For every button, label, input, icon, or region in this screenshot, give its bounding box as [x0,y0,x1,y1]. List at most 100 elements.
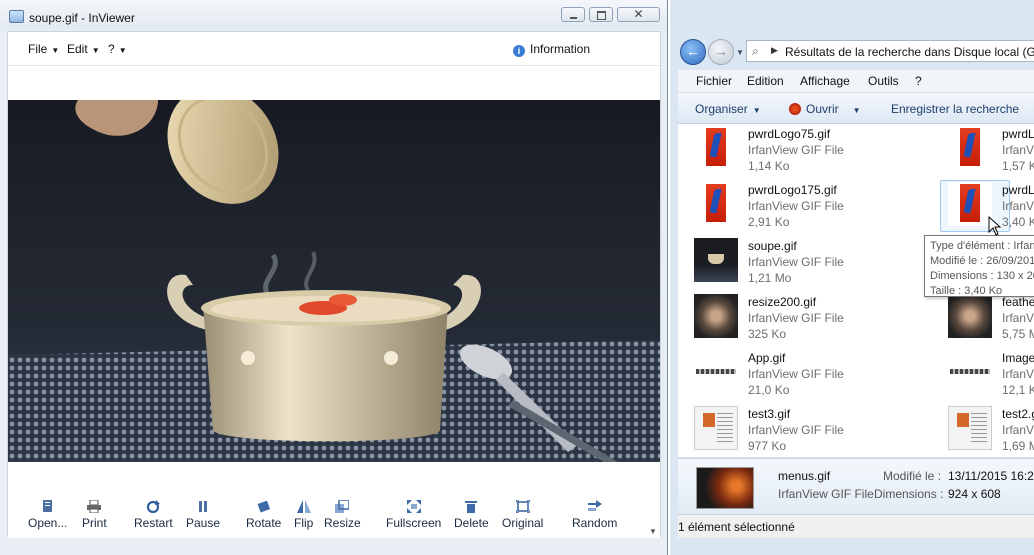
fullscreen-icon [406,500,421,513]
file-item[interactable]: Image IrfanV 12,1 K [940,348,1034,400]
image-canvas[interactable] [8,100,660,462]
back-button[interactable]: ← [680,39,706,65]
maximize-button[interactable] [589,7,613,22]
minimize-button[interactable] [561,7,585,22]
mouse-cursor-icon [988,216,1002,236]
window-frame-bottom [670,538,1034,555]
file-thumbnail [948,294,992,338]
file-item[interactable]: test2.g IrfanV 1,69 M [940,404,1034,456]
address-text: Résultats de la recherche dans Disque lo… [785,45,1034,59]
file-item[interactable]: test3.gif IrfanView GIF File 977 Ko [686,404,926,456]
irfanview-icon [789,103,801,115]
restart-button[interactable]: Restart [134,500,173,530]
fullscreen-button[interactable]: Fullscreen [386,500,441,530]
restart-icon [147,500,161,513]
file-type: IrfanView GIF File [748,423,844,437]
file-list: pwrdLogo75.gif IrfanView GIF File 1,14 K… [678,124,1034,457]
flip-button[interactable]: Flip [294,500,313,530]
file-item[interactable]: pwrdLogo75.gif IrfanView GIF File 1,14 K… [686,124,926,176]
menu-fichier[interactable]: Fichier [696,74,732,88]
menu-affichage[interactable]: Affichage [800,74,850,88]
delete-button[interactable]: Delete [454,500,489,530]
details-modified-label: Modifié le : [883,469,942,483]
file-type: IrfanView GIF File [748,255,844,269]
viewer-titlebar[interactable]: soupe.gif - InViewer ✕ [0,0,667,30]
resize-icon [335,500,350,513]
file-size: 3,40 K [1002,215,1034,229]
details-dimensions-value: 924 x 608 [948,487,1001,501]
selection-status: 1 élément sélectionné [678,520,795,534]
rotate-button[interactable]: Rotate [246,500,281,530]
random-icon [587,500,602,511]
file-name: test3.gif [748,407,791,421]
address-bar[interactable]: ⌕ ▶ Résultats de la recherche dans Disqu… [746,40,1034,62]
explorer-window: ← → ▼ ⌕ ▶ Résultats de la recherche dans… [670,0,1034,555]
pause-button[interactable]: Pause [186,500,220,530]
app-icon [9,10,24,23]
file-item[interactable]: feathe IrfanV 5,75 M [940,292,1034,344]
file-size: 1,21 Mo [748,271,792,285]
chevron-down-icon: ▼ [118,46,127,55]
file-name: pwrdL [1002,127,1034,141]
file-name: pwrdLogo75.gif [748,127,831,141]
file-thumbnail [948,182,992,226]
chevron-down-icon: ▼ [51,46,60,55]
details-filetype: IrfanView GIF File [778,487,874,501]
file-item[interactable]: App.gif IrfanView GIF File 21,0 Ko [686,348,926,400]
viewer-window-title: soupe.gif - InViewer [29,11,135,25]
explorer-menubar: Fichier Edition Affichage Outils ? [678,70,1034,93]
file-thumbnail [694,238,738,282]
menu-help[interactable]: ? [915,74,922,88]
random-button[interactable]: Random [572,500,617,530]
menu-edition[interactable]: Edition [747,74,784,88]
organize-button[interactable]: Organiser ▼ [695,102,761,116]
file-name: Image [1002,351,1034,365]
file-type: IrfanView GIF File [748,199,844,213]
file-item-hovered[interactable]: pwrdL IrfanV 3,40 K [940,180,1034,232]
file-item[interactable]: pwrdLogo175.gif IrfanView GIF File 2,91 … [686,180,926,232]
delete-icon [465,501,478,513]
menu-outils[interactable]: Outils [868,74,899,88]
rotate-icon [257,500,270,513]
file-thumbnail [694,406,738,450]
chevron-down-icon: ▼ [752,106,761,115]
close-icon: ✕ [633,7,644,21]
file-type: IrfanV [1002,423,1034,437]
open-with-button[interactable]: Ouvrir ▼ [789,102,861,116]
file-type: IrfanView GIF File [748,143,844,157]
file-name: test2.g [1002,407,1034,421]
menu-help[interactable]: ? ▼ [108,42,127,56]
file-name: feathe [1002,295,1034,309]
resize-grip-icon[interactable]: ▼ [649,527,658,536]
pause-icon [199,501,208,512]
file-size: 5,75 M [1002,327,1034,341]
file-item[interactable]: soupe.gif IrfanView GIF File 1,21 Mo [686,236,926,288]
recent-pages-dropdown[interactable]: ▼ [736,48,744,57]
file-size: 12,1 K [1002,383,1034,397]
print-button[interactable]: Print [82,500,107,530]
viewer-toolbar: Open... Print Restart Pause Rotate Flip [8,492,660,538]
forward-button[interactable]: → [708,39,734,65]
open-button[interactable]: Open... [28,500,67,530]
save-search-button[interactable]: Enregistrer la recherche [891,102,1019,116]
details-modified-value: 13/11/2015 16:26 [948,469,1034,483]
file-tooltip: Type d'élément : Irfan Modifié le : 26/0… [924,235,1034,297]
file-thumbnail [948,406,992,450]
information-button[interactable]: i Information [513,42,590,57]
open-icon [42,500,52,512]
file-size: 21,0 Ko [748,383,790,397]
original-size-button[interactable]: Original [502,500,543,530]
file-name: resize200.gif [748,295,817,309]
inviewer-window: soupe.gif - InViewer ✕ File ▼ Edit ▼ ? ▼ iI… [0,0,668,555]
file-item[interactable]: resize200.gif IrfanView GIF File 325 Ko [686,292,926,344]
menu-edit[interactable]: Edit ▼ [67,42,100,56]
file-size: 1,14 Ko [748,159,790,173]
menu-file[interactable]: File ▼ [28,42,59,56]
file-item[interactable]: pwrdL IrfanV 1,57 K [940,124,1034,176]
explorer-commandbar: Organiser ▼ Ouvrir ▼ Enregistrer la recher… [678,93,1034,124]
close-button[interactable]: ✕ [617,7,660,22]
details-pane: menus.gif IrfanView GIF File Modifié le … [678,458,1034,515]
search-icon: ⌕ [752,44,759,58]
file-name: App.gif [748,351,786,365]
resize-button[interactable]: Resize [324,500,361,530]
